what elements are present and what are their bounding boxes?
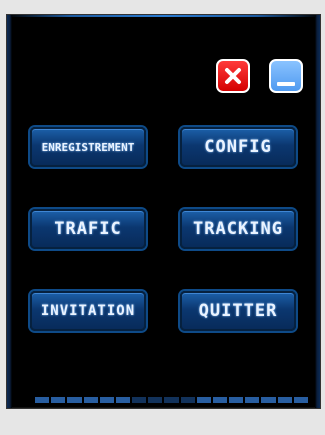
close-x-icon [225, 68, 241, 84]
config-button[interactable]: CONFIG [180, 127, 296, 167]
panel-right-edge [315, 15, 320, 408]
enregistrement-label: ENREGISTREMENT [41, 140, 135, 154]
main-panel: ENREGISTREMENT CONFIG TRAFIC TRACKING IN… [6, 14, 321, 409]
trafic-label: TRAFIC [54, 219, 122, 239]
minimize-icon [277, 82, 295, 86]
quitter-button[interactable]: QUITTER [180, 291, 296, 331]
enregistrement-button[interactable]: ENREGISTREMENT [30, 127, 146, 167]
panel-top-glow [7, 15, 320, 17]
quitter-label: QUITTER [198, 301, 278, 321]
trafic-button[interactable]: TRAFIC [30, 209, 146, 249]
close-button[interactable] [216, 59, 250, 93]
invitation-label: INVITATION [40, 303, 136, 319]
config-label: CONFIG [204, 137, 272, 157]
app-window: ENREGISTREMENT CONFIG TRAFIC TRACKING IN… [0, 0, 325, 435]
invitation-button[interactable]: INVITATION [30, 291, 146, 331]
panel-left-edge [7, 15, 12, 408]
tracking-label: TRACKING [193, 219, 283, 239]
minimize-button[interactable] [269, 59, 303, 93]
bottom-progress-strip [35, 397, 308, 403]
tracking-button[interactable]: TRACKING [180, 209, 296, 249]
